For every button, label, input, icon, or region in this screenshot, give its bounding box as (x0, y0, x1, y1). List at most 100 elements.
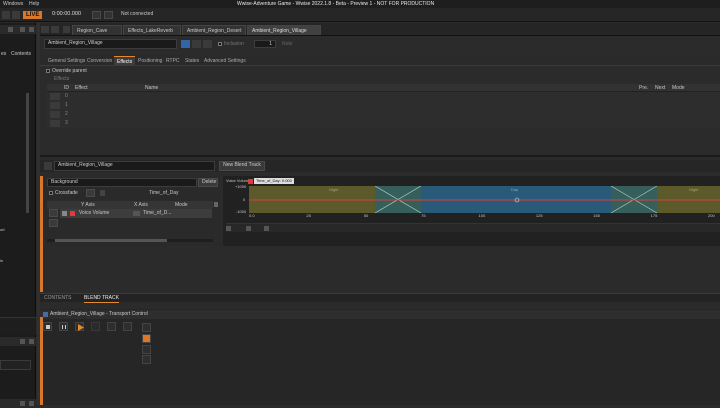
resize-handle[interactable] (40, 176, 43, 292)
add-icon[interactable] (86, 189, 95, 197)
tab-general-settings[interactable]: General Settings (45, 56, 88, 65)
lock-icon[interactable] (63, 26, 70, 33)
col-mode[interactable]: Mode (672, 86, 685, 91)
lower-panel-header-2 (0, 399, 36, 408)
tab-blend-track[interactable]: BLEND TRACK (84, 296, 119, 303)
notes-field[interactable]: Note (282, 42, 293, 47)
history-back-icon[interactable] (41, 26, 49, 33)
section-divider[interactable] (40, 155, 720, 157)
crossfade-checkbox[interactable] (49, 191, 53, 195)
plot-area[interactable]: Night Day Night (249, 186, 720, 213)
col-id[interactable]: ID (64, 86, 69, 91)
search-icon[interactable] (214, 202, 218, 207)
tab-rtpc[interactable]: RTPC (163, 56, 183, 65)
zone-label-day: Day (511, 187, 519, 192)
delete-button[interactable]: Delete (198, 178, 218, 187)
menu-help[interactable]: Help (29, 2, 39, 7)
tab-ambient-region-desert[interactable]: Ambient_Region_Desert (182, 25, 246, 35)
snap-icon[interactable] (264, 226, 269, 231)
capture-icon[interactable] (92, 11, 101, 19)
explorer-tab-contents[interactable]: Contents (11, 52, 31, 57)
pin-icon[interactable] (123, 322, 132, 331)
layout-icon[interactable] (2, 11, 10, 19)
col-next[interactable]: Next (655, 86, 665, 91)
rtpc-icon[interactable] (142, 345, 151, 354)
rtpc-icon (100, 190, 105, 196)
curve-color-swatch[interactable] (70, 211, 75, 216)
explorer-tab-sfx[interactable]: es (1, 52, 6, 57)
blend-container-field[interactable]: Ambient_Region_Village (54, 161, 215, 171)
search-icon[interactable] (8, 27, 13, 32)
effect-slot-button[interactable] (50, 111, 60, 118)
new-blend-track-button[interactable]: New Blend Track (219, 161, 265, 171)
stop-icon[interactable] (43, 322, 52, 331)
add-icon[interactable] (49, 209, 58, 217)
loop-icon[interactable] (107, 322, 116, 331)
states-icon[interactable] (142, 355, 151, 364)
tab-effects-lakereverb[interactable]: Effects_LakeReverb (123, 25, 181, 35)
y-axis-value[interactable]: Voice Volume (79, 211, 109, 216)
profiler-icon[interactable] (12, 11, 20, 19)
tab-positioning[interactable]: Positioning (135, 56, 165, 65)
resize-handle[interactable] (40, 317, 43, 405)
scrollbar[interactable] (26, 93, 29, 213)
mute-icon[interactable] (192, 40, 201, 48)
close-icon[interactable] (29, 401, 34, 406)
tab-advanced-settings[interactable]: Advanced Settings (201, 56, 249, 65)
editor-tab-bar: Region_Cave Effects_LakeReverb Ambient_R… (40, 23, 720, 36)
menu-windows[interactable]: Windows (3, 2, 23, 7)
x-axis-value[interactable]: Time_of_D... (143, 211, 171, 216)
curve-visibility-icon[interactable] (62, 211, 67, 216)
col-y-axis[interactable]: Y Axis (81, 203, 95, 208)
x-tick: 25 (306, 213, 311, 218)
help-icon[interactable] (20, 401, 25, 406)
settings-icon[interactable] (142, 323, 151, 332)
track-column-header: Y Axis X Axis Mode (47, 201, 213, 209)
help-icon[interactable] (20, 339, 25, 344)
fit-icon[interactable] (226, 226, 231, 231)
options-icon[interactable] (29, 27, 34, 32)
tab-effects[interactable]: Effects (114, 56, 136, 65)
tree-item-fragment[interactable]: ort (0, 228, 5, 232)
object-name-field[interactable]: Ambient_Region_Village (44, 39, 177, 49)
x-tick: 100 (478, 213, 486, 218)
col-name[interactable]: Name (145, 86, 158, 91)
game-parameter-label[interactable]: Time_of_Day (149, 191, 179, 196)
track-name-field[interactable]: Background (47, 178, 197, 187)
col-x-axis[interactable]: X Axis (134, 203, 148, 208)
help-icon[interactable] (20, 27, 25, 32)
pause-icon[interactable] (59, 322, 68, 331)
tab-contents[interactable]: CONTENTS (44, 296, 72, 301)
zoom-icon[interactable] (246, 226, 251, 231)
window-title: Wwise-Adventure Game - Wwise 2022.1.8 - … (237, 1, 435, 7)
game-sync-icon[interactable] (142, 334, 151, 343)
tree-item-fragment-2[interactable]: in (0, 259, 3, 263)
color-count-field[interactable]: 1 (254, 40, 276, 48)
effect-slot-button[interactable] (50, 102, 60, 109)
connect-icon[interactable] (104, 11, 113, 19)
solo-icon[interactable] (203, 40, 212, 48)
scrollbar-thumb[interactable] (55, 239, 167, 242)
effect-slot-button[interactable] (50, 93, 60, 100)
record-icon[interactable] (91, 322, 100, 331)
add-icon[interactable] (49, 219, 58, 227)
col-mode[interactable]: Mode (175, 203, 188, 208)
live-button[interactable]: LIVE (23, 11, 43, 19)
rtpc-curve-row[interactable]: Voice Volume Time_of_D... (60, 209, 212, 218)
play-icon[interactable] (75, 322, 84, 331)
transport-header: Ambient_Region_Village - Transport Contr… (40, 310, 720, 319)
edit-icon[interactable] (181, 40, 190, 48)
scrollbar[interactable] (47, 239, 213, 242)
col-pre[interactable]: Pre. (639, 86, 648, 91)
effect-slot-button[interactable] (50, 120, 60, 127)
tab-conversion[interactable]: Conversion (84, 56, 115, 65)
tab-region-cave[interactable]: Region_Cave (72, 25, 122, 35)
override-parent-checkbox[interactable] (46, 69, 50, 73)
history-forward-icon[interactable] (51, 26, 59, 33)
lower-panel-field[interactable] (0, 360, 31, 370)
tab-states[interactable]: States (182, 56, 202, 65)
tab-ambient-region-village[interactable]: Ambient_Region_Village (247, 25, 321, 35)
close-icon[interactable] (29, 339, 34, 344)
inclusion-checkbox[interactable] (218, 42, 222, 46)
col-effect[interactable]: Effect (75, 86, 88, 91)
